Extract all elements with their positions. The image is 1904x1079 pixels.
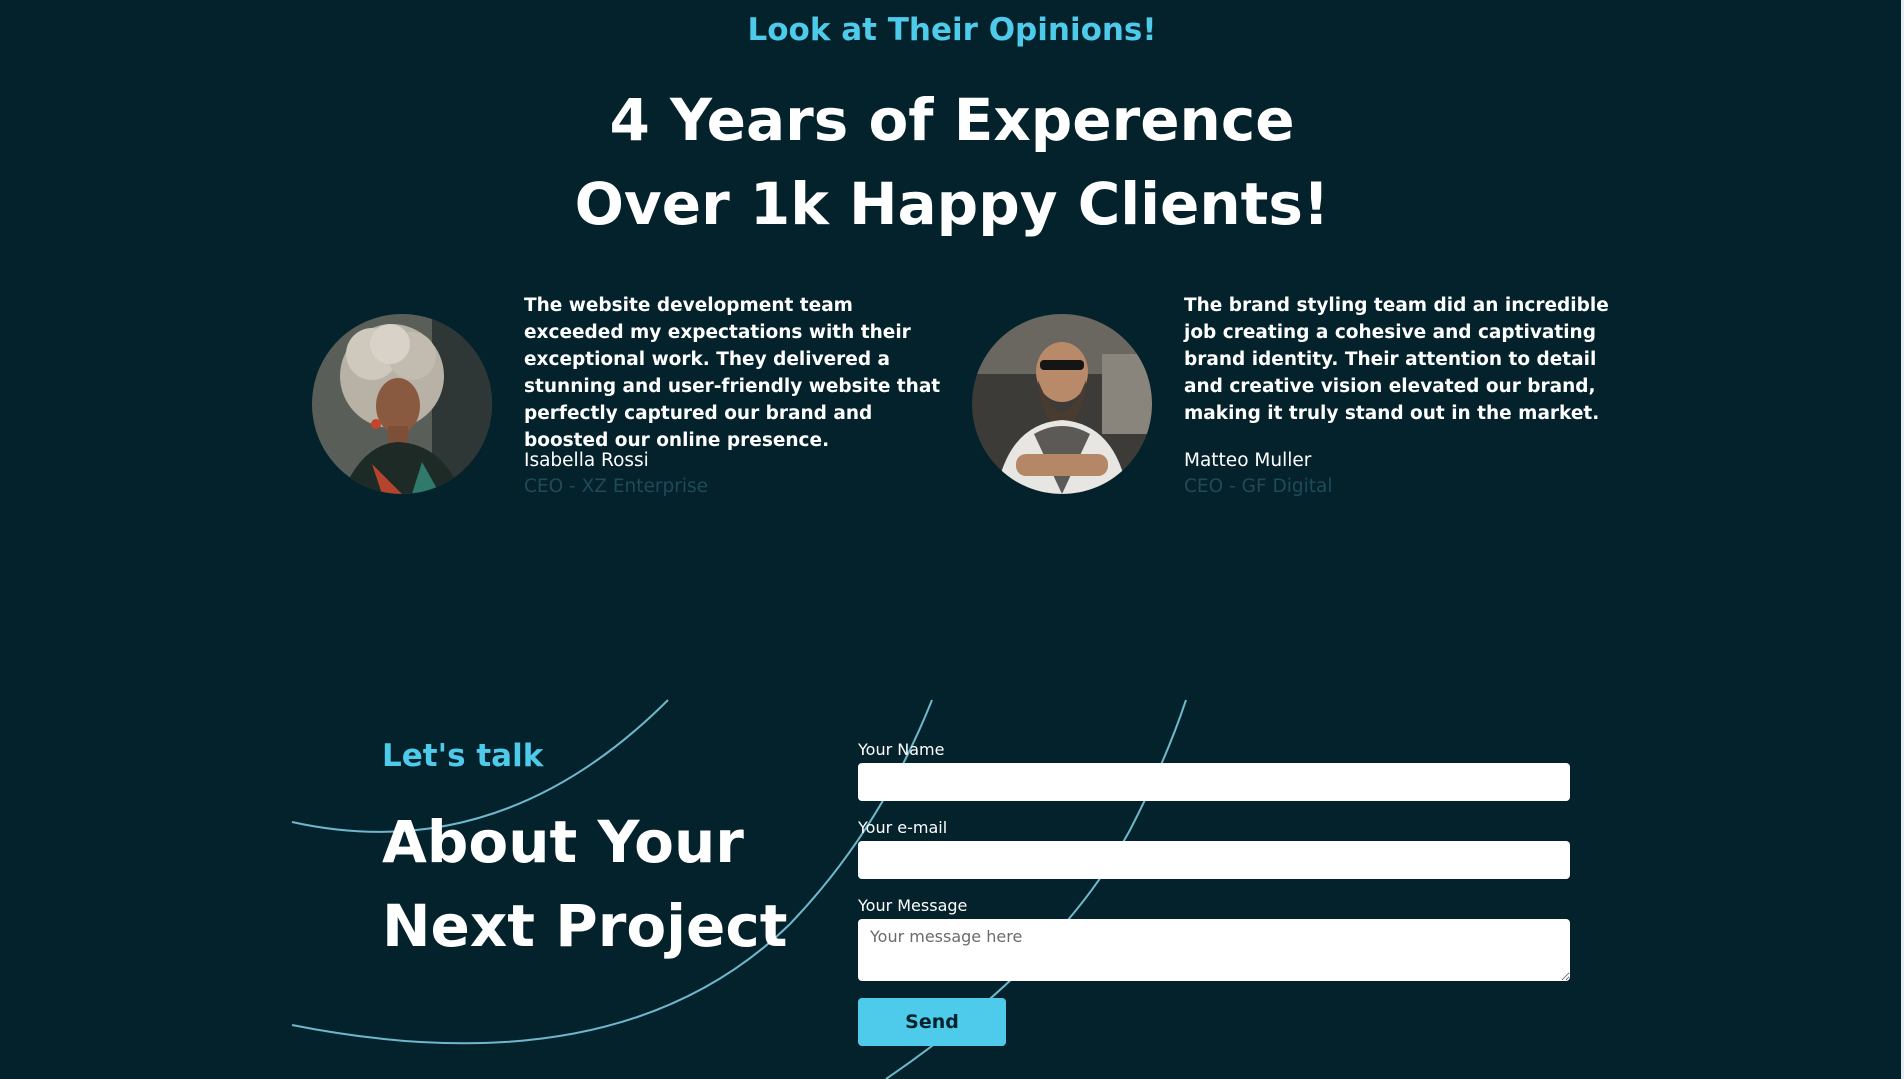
testimonial-card: The brand styling team did an incredible… <box>972 292 1652 512</box>
headline-line-2: Over 1k Happy Clients! <box>574 170 1330 238</box>
send-button[interactable]: Send <box>858 998 1006 1046</box>
contact-title-line-1: About Your <box>382 808 744 876</box>
message-label: Your Message <box>858 896 968 915</box>
name-label: Your Name <box>858 740 945 759</box>
email-label: Your e-mail <box>858 818 948 837</box>
avatar <box>312 314 492 494</box>
testimonial-author: Isabella Rossi <box>524 450 649 471</box>
testimonial-role: CEO - GF Digital <box>1184 476 1333 497</box>
avatar <box>972 314 1152 494</box>
name-field[interactable] <box>858 763 1570 801</box>
testimonial-card: The website development team exceeded my… <box>312 292 992 512</box>
contact-eyebrow: Let's talk <box>382 738 544 774</box>
message-field[interactable] <box>858 919 1570 981</box>
testimonial-author: Matteo Muller <box>1184 450 1312 471</box>
email-field[interactable] <box>858 841 1570 879</box>
contact-title: About Your Next Project <box>382 800 788 968</box>
testimonials-eyebrow: Look at Their Opinions! <box>747 12 1157 48</box>
testimonials-headline: 4 Years of Experence Over 1k Happy Clien… <box>0 78 1904 246</box>
headline-line-1: 4 Years of Experence <box>609 86 1295 154</box>
contact-title-line-2: Next Project <box>382 892 788 960</box>
testimonial-role: CEO - XZ Enterprise <box>524 476 708 497</box>
testimonial-quote: The brand styling team did an incredible… <box>1184 295 1609 424</box>
testimonial-quote: The website development team exceeded my… <box>524 295 941 451</box>
